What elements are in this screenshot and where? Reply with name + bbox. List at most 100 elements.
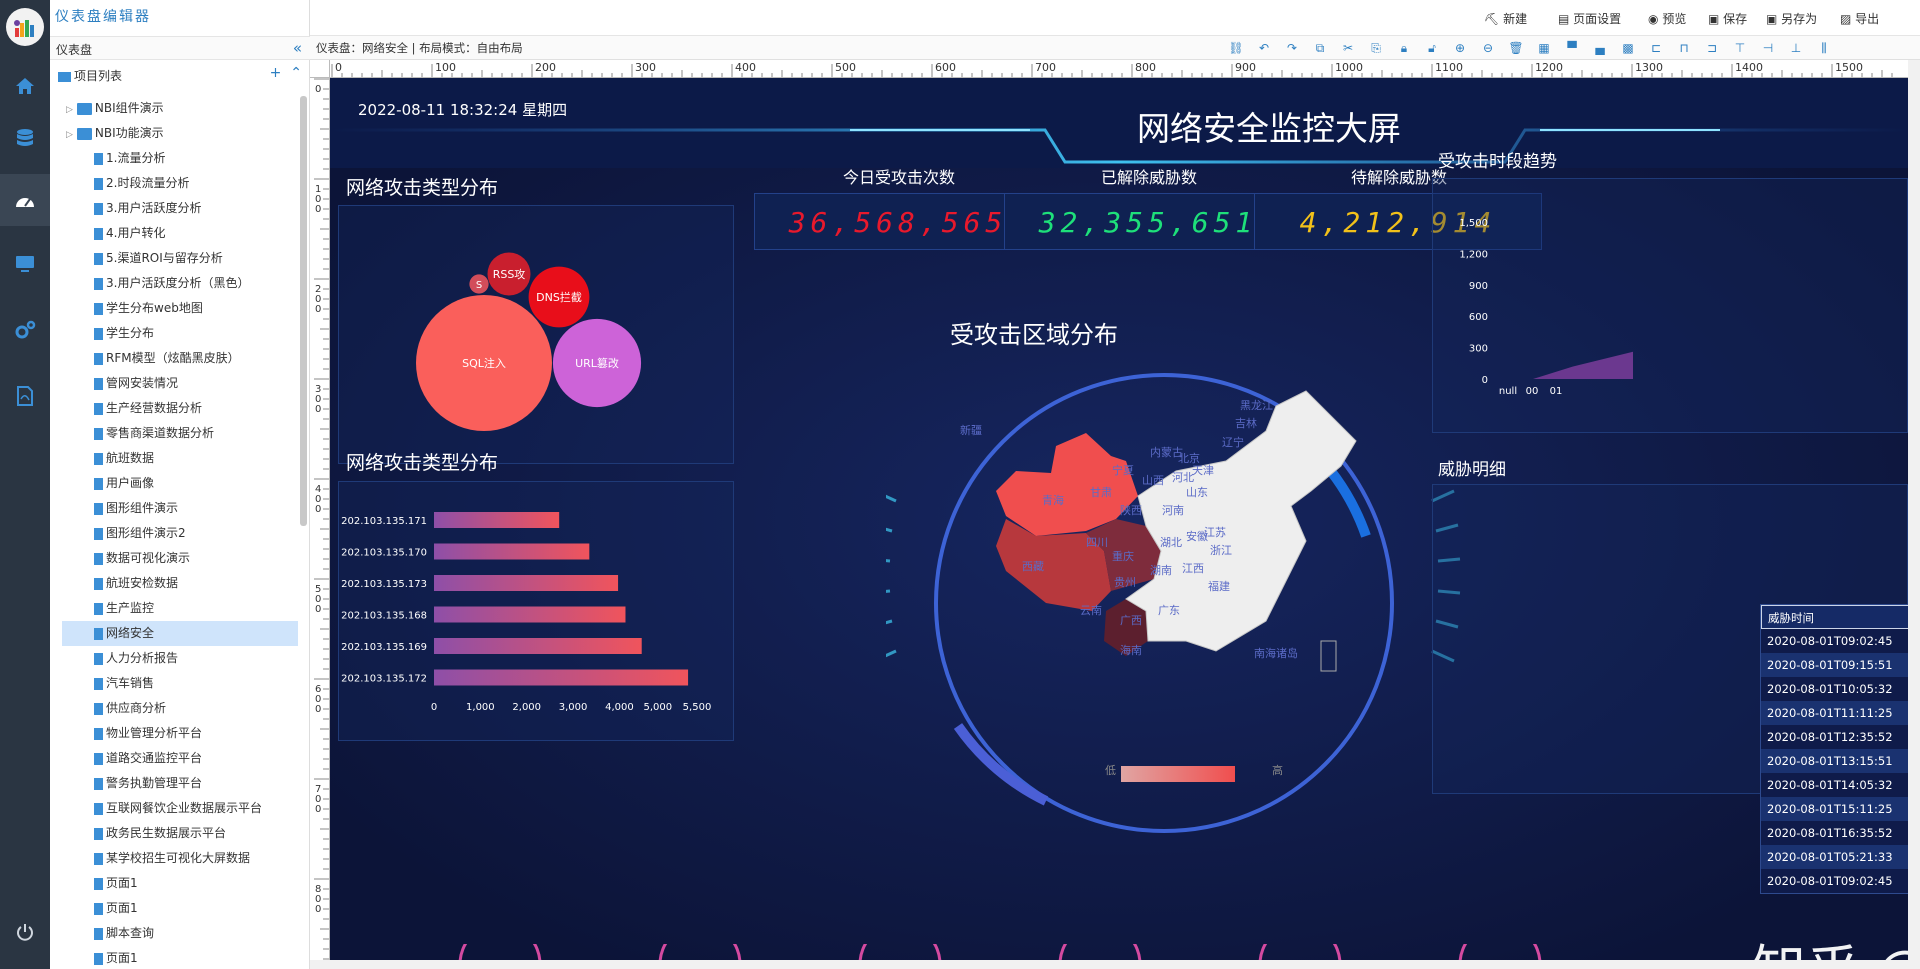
province-label: 安徽 — [1186, 530, 1208, 543]
h-ruler-label: 400 — [735, 61, 756, 74]
tree-item[interactable]: 图形组件演示 — [50, 496, 298, 521]
layer-icon[interactable]: ▦ — [1536, 40, 1552, 56]
bar-mark[interactable] — [434, 543, 590, 560]
power-icon[interactable] — [0, 906, 50, 958]
copy-icon[interactable]: ⧉ — [1312, 40, 1328, 56]
bar-mark[interactable] — [434, 638, 642, 654]
tree-item[interactable]: 3.用户活跃度分析（黑色） — [50, 271, 298, 296]
paste-icon[interactable]: ⎘ — [1368, 40, 1384, 56]
trend-x-tick-label: null — [1499, 386, 1517, 397]
file-icon — [94, 477, 103, 490]
tree-item[interactable]: 网络安全 — [62, 621, 298, 646]
save-as-button[interactable]: ▣ 另存为 — [1766, 10, 1817, 27]
undo-icon[interactable]: ↶ — [1256, 40, 1272, 56]
tree-item[interactable]: 警务执勤管理平台 — [50, 771, 298, 796]
dashboard-canvas[interactable]: 2022-08-11 18:32:24 星期四 网络安全监控大屏 网络攻击类型分… — [330, 78, 1908, 960]
kpi-card: 已解除威胁数 32,355,651 — [1004, 168, 1292, 250]
redo-icon[interactable]: ↷ — [1284, 40, 1300, 56]
bar-mark[interactable] — [434, 512, 560, 528]
export-icon: ▨ — [1840, 12, 1852, 26]
tree-item[interactable]: 道路交通监控平台 — [50, 746, 298, 771]
settings-icon[interactable] — [0, 304, 50, 356]
project-list-header: 项目列表 + ⌃ — [50, 64, 310, 86]
tree-item[interactable]: 学生分布 — [50, 321, 298, 346]
cut-icon[interactable]: ✂ — [1340, 40, 1356, 56]
province-label: 山西 — [1142, 474, 1164, 487]
bring-front-icon[interactable]: ▀ — [1564, 40, 1580, 56]
align-left-icon[interactable]: ⊏ — [1648, 40, 1664, 56]
tree-item[interactable]: 零售商渠道数据分析 — [50, 421, 298, 446]
lock-icon[interactable]: 🔒︎ — [1396, 40, 1412, 56]
tree-item[interactable]: 供应商分析 — [50, 696, 298, 721]
canvas-horizontal-scrollbar[interactable] — [310, 960, 1920, 969]
tree-item[interactable]: 汽车销售 — [50, 671, 298, 696]
tree-item[interactable]: 生产监控 — [50, 596, 298, 621]
canvas-vertical-scrollbar[interactable] — [1908, 60, 1920, 960]
bar-mark[interactable] — [434, 669, 689, 686]
unlock-icon[interactable]: 🔓︎ — [1424, 40, 1440, 56]
h-ruler-label: 700 — [1035, 61, 1056, 74]
tree-item[interactable]: 用户画像 — [50, 471, 298, 496]
align-right-icon[interactable]: ⊐ — [1704, 40, 1720, 56]
save-button[interactable]: ▣ 保存 — [1708, 10, 1747, 27]
group-icon[interactable]: ▩ — [1620, 40, 1636, 56]
delete-icon[interactable]: 🗑︎ — [1508, 40, 1524, 56]
zoom-in-icon[interactable]: ⊕ — [1452, 40, 1468, 56]
tree-item[interactable]: 生产经营数据分析 — [50, 396, 298, 421]
collapse-panel-icon[interactable]: « — [293, 39, 302, 57]
h-ruler-label: 1400 — [1735, 61, 1763, 74]
add-icon[interactable]: + — [270, 65, 282, 81]
tree-item[interactable]: RFM模型（炫酷黑皮肤） — [50, 346, 298, 371]
page-settings-button[interactable]: ▤ 页面设置 — [1558, 10, 1621, 27]
zoom-out-icon[interactable]: ⊖ — [1480, 40, 1496, 56]
threat-row: 2020-08-01T11:11:25 — [1761, 701, 1908, 725]
tree-item[interactable]: 页面1 — [50, 896, 298, 921]
tree-item[interactable]: 人力分析报告 — [50, 646, 298, 671]
home-icon[interactable] — [0, 60, 50, 112]
tree-item[interactable]: 管网安装情况 — [50, 371, 298, 396]
dashboard-icon[interactable] — [0, 174, 50, 226]
align-middle-icon[interactable]: ⊣ — [1760, 40, 1776, 56]
bar-x-tick-label: 5,000 — [643, 702, 672, 713]
send-back-icon[interactable]: ▄ — [1592, 40, 1608, 56]
tree-item[interactable]: 页面1 — [50, 871, 298, 896]
tree-item[interactable]: 3.用户活跃度分析 — [50, 196, 298, 221]
tree-item[interactable]: 脚本查询 — [50, 921, 298, 946]
link-icon[interactable]: ⛓ — [1228, 40, 1244, 56]
preview-button[interactable]: ◉ 预览 — [1648, 10, 1686, 27]
tree-item[interactable]: 学生分布web地图 — [50, 296, 298, 321]
tree-scrollbar[interactable] — [300, 96, 307, 526]
align-bottom-icon[interactable]: ⊥ — [1788, 40, 1804, 56]
bar-mark[interactable] — [434, 606, 626, 623]
database-icon[interactable] — [0, 112, 50, 164]
monitor-icon[interactable] — [0, 238, 50, 290]
distribute-icon[interactable]: ⫼ — [1816, 40, 1832, 56]
tree-item[interactable]: 数据可视化演示 — [50, 546, 298, 571]
trend-area-mark[interactable] — [1523, 351, 1633, 379]
tree-item[interactable]: 2.时段流量分析 — [50, 171, 298, 196]
new-button[interactable]: ⛏ 新建 — [1484, 10, 1527, 27]
tree-item[interactable]: 页面1 — [50, 946, 298, 969]
tree-item[interactable]: 图形组件演示2 — [50, 521, 298, 546]
align-top-icon[interactable]: ⊤ — [1732, 40, 1748, 56]
tree-folder[interactable]: ▷ NBI组件演示 — [50, 96, 298, 121]
tree-item[interactable]: 5.渠道ROI与留存分析 — [50, 246, 298, 271]
tree-item[interactable]: 互联网餐饮企业数据展示平台 — [50, 796, 298, 821]
collapse-all-icon[interactable]: ⌃ — [290, 65, 302, 81]
bar-mark[interactable] — [434, 575, 619, 591]
tree-item[interactable]: 某学校招生可视化大屏数据 — [50, 846, 298, 871]
expand-arrow-icon[interactable]: ▷ — [66, 130, 73, 140]
tree-item[interactable]: 航班数据 — [50, 446, 298, 471]
panel-header: 仪表盘 « — [50, 36, 310, 60]
tree-item[interactable]: 4.用户转化 — [50, 221, 298, 246]
align-center-icon[interactable]: ⊓ — [1676, 40, 1692, 56]
export-button[interactable]: ▨ 导出 — [1840, 10, 1879, 27]
bar-category-label: 202.103.135.168 — [341, 611, 427, 622]
tree-item[interactable]: 政务民生数据展示平台 — [50, 821, 298, 846]
expand-arrow-icon[interactable]: ▷ — [66, 105, 73, 115]
tree-item[interactable]: 航班安检数据 — [50, 571, 298, 596]
tree-item[interactable]: 1.流量分析 — [50, 146, 298, 171]
tree-item[interactable]: 物业管理分析平台 — [50, 721, 298, 746]
pdf-icon[interactable] — [0, 370, 50, 422]
tree-folder[interactable]: ▷ NBI功能演示 — [50, 121, 298, 146]
